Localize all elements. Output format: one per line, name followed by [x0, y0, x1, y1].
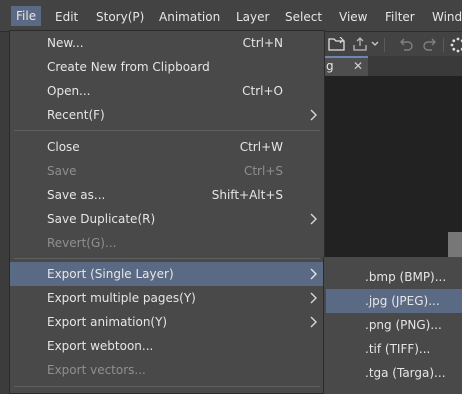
menu-item-label: Close [47, 140, 80, 154]
menu-edit[interactable]: Edit [55, 9, 78, 25]
menu-file[interactable]: File [11, 6, 42, 26]
menu-item-save[interactable]: Save Ctrl+S [10, 159, 324, 183]
menu-item-revert[interactable]: Revert(G)... [10, 231, 324, 255]
menu-item-save-as[interactable]: Save as... Shift+Alt+S [10, 183, 324, 207]
submenu-item-label: .jpg (JPEG)... [365, 294, 440, 308]
chevron-right-icon [309, 316, 317, 328]
toolbar-divider [384, 38, 385, 52]
menu-item-label: Export multiple pages(Y) [47, 291, 196, 305]
menu-item-close[interactable]: Close Ctrl+W [10, 135, 324, 159]
menu-item-export-single-layer[interactable]: Export (Single Layer) [10, 262, 324, 286]
menu-item-new[interactable]: New... Ctrl+N [10, 31, 324, 55]
dropdown-caret-icon[interactable] [370, 37, 380, 51]
menu-separator [14, 130, 320, 131]
submenu-item-png[interactable]: .png (PNG)... [326, 313, 462, 337]
menu-item-shortcut: Ctrl+O [242, 84, 283, 98]
menu-item-open[interactable]: Open... Ctrl+O [10, 79, 324, 103]
menu-item-label: Export animation(Y) [47, 315, 168, 329]
submenu-item-label: .tif (TIFF)... [365, 342, 431, 356]
menu-item-export-webtoon[interactable]: Export webtoon... [10, 334, 324, 358]
chevron-right-icon [309, 213, 317, 225]
menu-item-label: Save [47, 164, 77, 178]
menu-item-export-animation[interactable]: Export animation(Y) [10, 310, 324, 334]
menu-filter[interactable]: Filter [385, 9, 415, 25]
submenu-item-label: .png (PNG)... [365, 318, 442, 332]
menu-view[interactable]: View [339, 9, 367, 25]
toolbar-divider [443, 38, 444, 52]
submenu-item-label: .bmp (BMP)... [365, 270, 447, 284]
menu-item-shortcut: Ctrl+W [239, 140, 283, 154]
export-icon[interactable] [352, 37, 368, 51]
menu-window[interactable]: Windo [432, 9, 462, 25]
menu-separator [14, 258, 320, 259]
chevron-right-icon [309, 109, 317, 121]
menu-item-save-duplicate[interactable]: Save Duplicate(R) [10, 207, 324, 231]
menu-item-label: New... [47, 36, 84, 50]
redo-icon[interactable] [422, 37, 438, 51]
menu-item-label: Recent(F) [47, 108, 105, 122]
undo-icon[interactable] [398, 37, 414, 51]
open-folder-icon[interactable] [328, 36, 345, 51]
file-menu-dropdown: New... Ctrl+N Create New from Clipboard … [9, 30, 325, 394]
chevron-right-icon [309, 292, 317, 304]
menu-item-label: Save Duplicate(R) [47, 212, 156, 226]
menu-item-recent[interactable]: Recent(F) [10, 103, 324, 127]
menu-story[interactable]: Story(P) [96, 9, 144, 25]
menu-item-label: Export vectors... [47, 363, 146, 377]
menu-item-label: Save as... [47, 188, 106, 202]
menu-item-create-new-from-clipboard[interactable]: Create New from Clipboard [10, 55, 324, 79]
document-tab[interactable]: g ✕ [322, 56, 368, 76]
menu-select[interactable]: Select [285, 9, 322, 25]
menu-item-label: Export webtoon... [47, 339, 154, 353]
chevron-right-icon [309, 268, 317, 280]
submenu-item-tif[interactable]: .tif (TIFF)... [326, 337, 462, 361]
menu-layer[interactable]: Layer [236, 9, 269, 25]
menu-separator [14, 386, 320, 387]
menu-item-shortcut: Shift+Alt+S [211, 188, 283, 202]
menu-animation[interactable]: Animation [159, 9, 220, 25]
submenu-item-bmp[interactable]: .bmp (BMP)... [326, 265, 462, 289]
menu-item-shortcut: Ctrl+N [242, 36, 283, 50]
menu-item-label: Open... [47, 84, 91, 98]
menu-item-label: Create New from Clipboard [47, 60, 210, 74]
menu-item-export-multiple-pages[interactable]: Export multiple pages(Y) [10, 286, 324, 310]
document-tab-label: g [326, 59, 334, 73]
menu-item-export-vectors[interactable]: Export vectors... [10, 358, 324, 382]
export-submenu: .bmp (BMP)... .jpg (JPEG)... .png (PNG).… [323, 257, 462, 394]
submenu-item-tga[interactable]: .tga (Targa)... [326, 361, 462, 385]
menu-item-shortcut: Ctrl+S [243, 164, 283, 178]
submenu-item-label: .tga (Targa)... [365, 366, 446, 380]
menu-bar: File Edit Story(P) Animation Layer Selec… [0, 0, 462, 32]
loading-icon [450, 37, 462, 53]
menu-item-label: Export (Single Layer) [47, 267, 174, 281]
close-icon[interactable]: ✕ [353, 59, 363, 73]
menu-item-label: Revert(G)... [47, 236, 117, 250]
command-bar [322, 32, 462, 57]
submenu-item-jpg[interactable]: .jpg (JPEG)... [326, 289, 462, 313]
